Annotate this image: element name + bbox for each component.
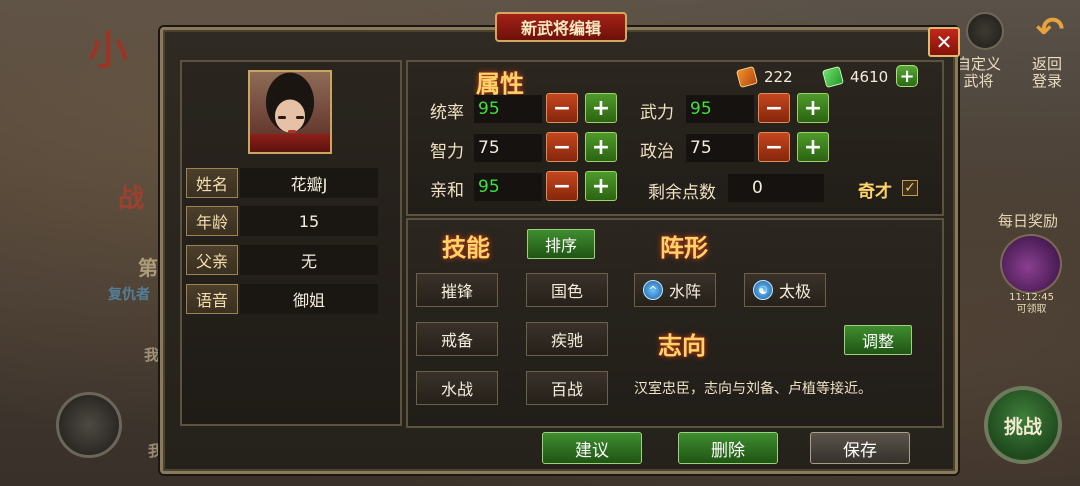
command-minus-button[interactable]: − xyxy=(546,93,578,123)
background-label-avenger: 复仇者 xyxy=(108,287,150,303)
force-minus-button[interactable]: − xyxy=(758,93,790,123)
daily-reward-label: 每日奖励 xyxy=(997,212,1058,230)
name-label: 姓名 xyxy=(186,168,238,198)
crossed-swords-icon[interactable] xyxy=(56,392,122,458)
stat-value-intellect: 75 xyxy=(474,134,542,162)
name-field[interactable]: 花瓣J xyxy=(240,168,378,198)
ambition-title: 志向 xyxy=(658,331,706,360)
stat-label-command: 统率 xyxy=(430,103,464,123)
formation-title: 阵形 xyxy=(660,233,708,262)
formation-taiji-label: 太极 xyxy=(779,282,812,301)
daily-reward-time: 11:12:45 xyxy=(1009,292,1054,303)
dialog-title: 新武将编辑 xyxy=(495,12,627,42)
ambition-description: 汉室忠臣，志向与刘备、卢植等接近。 xyxy=(634,381,872,397)
sort-skills-button[interactable]: 排序 xyxy=(527,229,595,259)
skill-slot-3[interactable]: 戒备 xyxy=(416,322,498,356)
stat-value-command: 95 xyxy=(474,95,542,123)
age-row: 年龄 15 xyxy=(186,206,378,236)
skill-slot-2[interactable]: 国色 xyxy=(526,273,608,307)
politics-plus-button[interactable]: + xyxy=(797,132,829,162)
background-label-battle: 战 xyxy=(118,184,145,214)
portrait-lips xyxy=(288,130,296,133)
voice-label: 语音 xyxy=(186,284,238,314)
formation-water[interactable]: ^ 水阵 xyxy=(634,273,716,307)
stat-value-politics: 75 xyxy=(686,134,754,162)
portrait-eye-right xyxy=(296,116,304,119)
talent-checkbox[interactable]: ✓ xyxy=(902,180,918,196)
taiji-formation-icon: ☯ xyxy=(753,280,773,300)
voice-field[interactable]: 御姐 xyxy=(240,284,378,314)
age-field[interactable]: 15 xyxy=(240,206,378,236)
return-login-menu[interactable]: 返回 登录 xyxy=(1032,56,1062,90)
remaining-points-value: 0 xyxy=(728,174,824,202)
background-game-title: 小 xyxy=(88,27,128,74)
save-button[interactable]: 保存 xyxy=(810,432,910,464)
water-formation-icon: ^ xyxy=(643,280,663,300)
return-arrow-icon[interactable]: ↶ xyxy=(1030,10,1070,50)
delete-button[interactable]: 删除 xyxy=(678,432,778,464)
command-plus-button[interactable]: + xyxy=(585,93,617,123)
formation-taiji[interactable]: ☯ 太极 xyxy=(744,273,826,307)
father-row: 父亲 无 xyxy=(186,245,378,275)
stat-label-force: 武力 xyxy=(640,103,674,123)
add-currency-button[interactable]: + xyxy=(896,65,918,87)
intellect-minus-button[interactable]: − xyxy=(546,132,578,162)
close-button[interactable]: ✕ xyxy=(928,27,960,57)
custom-general-icon[interactable] xyxy=(966,12,1004,50)
stat-label-politics: 政治 xyxy=(640,142,674,162)
father-field[interactable]: 无 xyxy=(240,245,378,275)
background-label-me-1: 我 xyxy=(144,346,160,364)
challenge-button[interactable]: 挑战 xyxy=(984,386,1062,464)
attributes-title: 属性 xyxy=(476,69,524,98)
force-plus-button[interactable]: + xyxy=(797,93,829,123)
suggest-button[interactable]: 建议 xyxy=(542,432,642,464)
portrait-eye-left xyxy=(278,116,286,119)
age-label: 年龄 xyxy=(186,206,238,236)
skill-slot-1[interactable]: 摧锋 xyxy=(416,273,498,307)
red-token-count: 222 xyxy=(764,68,793,86)
skills-title: 技能 xyxy=(442,233,490,262)
daily-reward-timer: 11:12:45 可领取 xyxy=(1009,292,1054,316)
stat-label-affinity: 亲和 xyxy=(430,181,464,201)
remaining-points-label: 剩余点数 xyxy=(648,183,716,203)
intellect-plus-button[interactable]: + xyxy=(585,132,617,162)
daily-reward-status: 可领取 xyxy=(1016,304,1047,315)
green-jade-count: 4610 xyxy=(850,68,889,86)
talent-label: 奇才 xyxy=(858,182,892,202)
formation-water-label: 水阵 xyxy=(669,282,702,301)
skill-slot-5[interactable]: 水战 xyxy=(416,371,498,405)
voice-row: 语音 御姐 xyxy=(186,284,378,314)
portrait-robe xyxy=(250,134,330,152)
stat-value-force: 95 xyxy=(686,95,754,123)
adjust-ambition-button[interactable]: 调整 xyxy=(844,325,912,355)
father-label: 父亲 xyxy=(186,245,238,275)
affinity-plus-button[interactable]: + xyxy=(585,171,617,201)
name-row: 姓名 花瓣J xyxy=(186,168,378,198)
custom-general-menu[interactable]: 自定义 武将 xyxy=(956,56,1001,90)
skill-slot-4[interactable]: 疾驰 xyxy=(526,322,608,356)
affinity-minus-button[interactable]: − xyxy=(546,171,578,201)
politics-minus-button[interactable]: − xyxy=(758,132,790,162)
reward-bag-icon[interactable] xyxy=(1000,234,1062,294)
character-portrait[interactable] xyxy=(248,70,332,154)
background-label-stage: 第 xyxy=(138,256,158,280)
stat-value-affinity: 95 xyxy=(474,173,542,201)
skill-slot-6[interactable]: 百战 xyxy=(526,371,608,405)
stat-label-intellect: 智力 xyxy=(430,142,464,162)
